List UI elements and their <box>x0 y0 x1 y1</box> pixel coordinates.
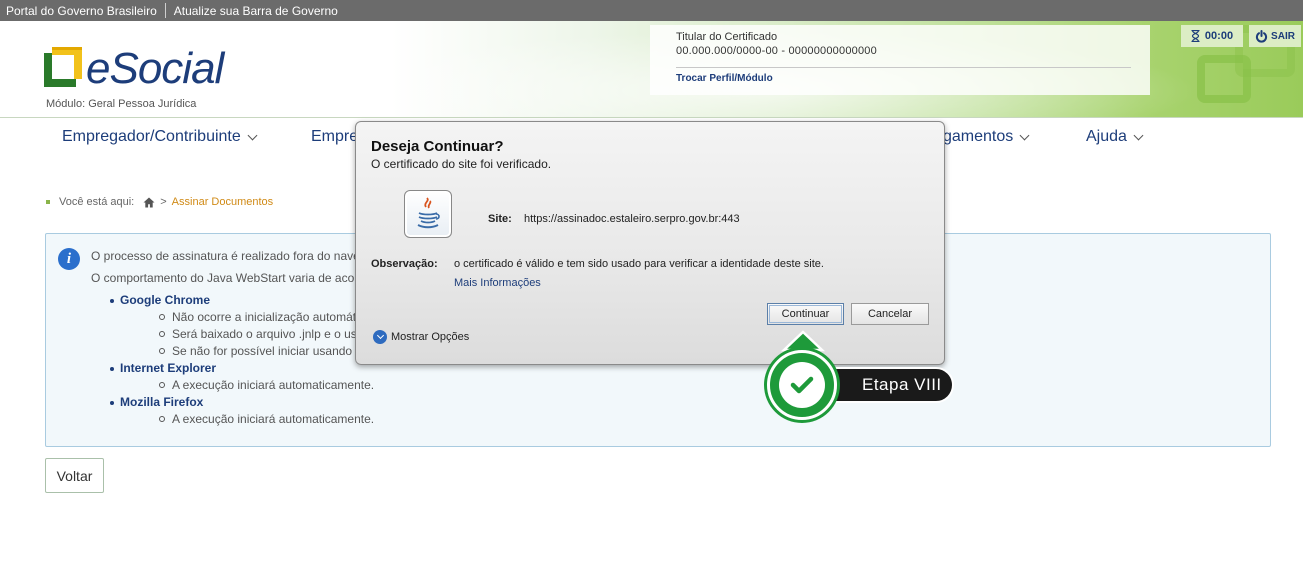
info-text-line: O processo de assinatura é realizado for… <box>91 249 360 263</box>
power-icon <box>1255 29 1268 43</box>
continuar-button[interactable]: Continuar <box>767 303 844 325</box>
dialog-subtitle: O certificado do site foi verificado. <box>371 157 552 171</box>
step-label-text: Etapa VIII <box>862 375 942 394</box>
chevron-down-icon <box>1019 130 1030 140</box>
step-inner-circle <box>779 362 825 408</box>
list-item: A execução iniciará automaticamente. <box>158 412 375 426</box>
nav-item-label: Ajuda <box>1086 128 1127 145</box>
breadcrumb-prefix: Você está aqui: <box>59 196 135 208</box>
cert-value: 00.000.000/0000-00 - 00000000000000 <box>676 45 877 57</box>
nav-pagamentos[interactable]: gamentos <box>943 128 1030 146</box>
list-item: Será baixado o arquivo .jnlp e o usu <box>158 327 364 341</box>
mostrar-opcoes-label: Mostrar Opções <box>391 331 470 343</box>
step-check-badge <box>767 350 837 420</box>
list-item: Não ocorre a inicialização automát <box>158 310 357 324</box>
breadcrumb: Você está aqui: > Assinar Documentos <box>46 196 273 208</box>
hourglass-icon <box>1191 30 1200 42</box>
cert-divider <box>676 67 1131 68</box>
logo-text: eSocial <box>86 44 224 93</box>
observacao-label: Observação: <box>371 258 438 270</box>
chevron-down-icon <box>373 330 387 344</box>
cert-title: Titular do Certificado <box>676 31 778 43</box>
certificate-panel: Titular do Certificado 00.000.000/0000-0… <box>650 25 1150 95</box>
observacao-value: o certificado é válido e tem sido usado … <box>454 258 824 270</box>
portal-link[interactable]: Portal do Governo Brasileiro <box>6 4 157 18</box>
list-item: A execução iniciará automaticamente. <box>158 378 375 392</box>
site-header: eSocial Módulo: Geral Pessoa Jurídica Ti… <box>0 21 1303 118</box>
java-security-dialog: Deseja Continuar? O certificado do site … <box>355 121 945 365</box>
mais-informacoes-link[interactable]: Mais Informações <box>454 277 541 289</box>
java-icon <box>404 190 452 238</box>
step-label: Etapa VIII <box>830 367 954 403</box>
nav-item-label: Empregador/Contribuinte <box>62 128 241 145</box>
govbar-separator <box>164 3 166 18</box>
home-icon[interactable] <box>143 197 155 208</box>
voltar-button[interactable]: Voltar <box>45 458 104 493</box>
cancelar-button[interactable]: Cancelar <box>851 303 929 325</box>
sair-label: SAIR <box>1271 30 1295 42</box>
nav-item-label: Empre <box>311 128 359 145</box>
browser-firefox: Mozilla Firefox <box>109 395 204 409</box>
esocial-logo[interactable]: eSocial <box>44 44 224 93</box>
nav-empregador[interactable]: Empregador/Contribuinte <box>62 128 258 146</box>
list-item: Se não for possível iniciar usando o <box>158 344 363 358</box>
nav-empregados[interactable]: Empre <box>311 128 358 146</box>
mostrar-opcoes-toggle[interactable]: Mostrar Opções <box>373 330 469 344</box>
sair-button[interactable]: SAIR <box>1249 25 1301 47</box>
chevron-down-icon <box>1133 130 1144 140</box>
chevron-down-icon <box>247 130 258 140</box>
modulo-label: Módulo: Geral Pessoa Jurídica <box>46 98 197 110</box>
session-timer: 00:00 <box>1181 25 1243 47</box>
site-value: https://assinadoc.estaleiro.serpro.gov.b… <box>524 213 740 225</box>
site-label: Site: <box>488 213 512 225</box>
nav-item-label: gamentos <box>943 128 1014 145</box>
trocar-perfil-link[interactable]: Trocar Perfil/Módulo <box>676 73 1124 84</box>
checkmark-icon <box>790 376 814 394</box>
timer-value: 00:00 <box>1204 30 1234 42</box>
atualize-link[interactable]: Atualize sua Barra de Governo <box>174 4 338 18</box>
info-text-line: O comportamento do Java WebStart varia d… <box>91 271 359 285</box>
dialog-title: Deseja Continuar? <box>371 138 504 155</box>
browser-chrome: Google Chrome <box>109 293 211 307</box>
government-bar: Portal do Governo Brasileiro Atualize su… <box>0 0 1303 21</box>
info-icon: i <box>58 248 80 270</box>
esocial-logo-mark <box>44 47 84 89</box>
breadcrumb-bullet <box>46 200 50 204</box>
breadcrumb-separator: > <box>160 196 167 208</box>
browser-ie: Internet Explorer <box>109 361 217 375</box>
breadcrumb-current: Assinar Documentos <box>171 196 274 208</box>
nav-ajuda[interactable]: Ajuda <box>1086 128 1144 146</box>
